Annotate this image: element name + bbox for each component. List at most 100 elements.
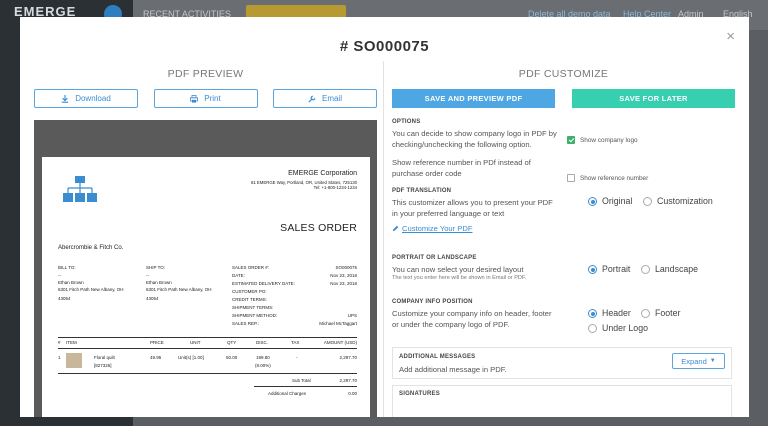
meta-value: Nov 23, 2018 [330, 281, 357, 286]
row-unit: Unit(s) [1.00] [178, 355, 204, 360]
pdf-modal: × # SO000075 PDF PREVIEW Download Print … [20, 17, 749, 417]
save-and-preview-button[interactable]: SAVE AND PREVIEW PDF [392, 89, 555, 108]
pdf-preview-heading: PDF PREVIEW [167, 68, 244, 80]
row-item-name: Floral quilt [94, 355, 115, 360]
wrench-icon [308, 95, 316, 103]
additional-messages-label: ADDITIONAL MESSAGES [399, 354, 476, 360]
row-disc: 199.80 [256, 355, 270, 360]
pdf-customize-column: PDF CUSTOMIZE SAVE AND PREVIEW PDF SAVE … [392, 65, 735, 417]
meta-value: SO000075 [335, 265, 357, 270]
meta-value: Michael McTaggart [319, 321, 357, 326]
under-logo-label[interactable]: Under Logo [602, 323, 648, 333]
customize-actions: SAVE AND PREVIEW PDF SAVE FOR LATER [392, 89, 735, 108]
customize-pdf-link[interactable]: Customize Your PDF [392, 224, 472, 233]
printer-icon [190, 94, 199, 103]
ship-to-address: 6301 Fitch Path New Albany, OH [146, 287, 212, 292]
bill-to-label: BILL TO: [58, 265, 76, 270]
subtotal-label: Sub Total [292, 378, 311, 383]
portrait-label[interactable]: Portrait [602, 264, 630, 274]
row-amount: 2,297.70 [339, 355, 357, 360]
options-section: OPTIONS You can decide to show company l… [392, 119, 735, 182]
original-radio[interactable] [588, 197, 597, 206]
ship-to-name: Ethan Brown [146, 280, 172, 285]
th-tax: TAX [291, 340, 300, 345]
row-num: 1 [58, 355, 61, 360]
company-logo-icon [63, 176, 97, 202]
portrait-radio[interactable] [588, 265, 597, 274]
bill-to-zip: 43054 [58, 296, 71, 301]
pdf-preview-column: PDF PREVIEW Download Print Email EMERGE … [34, 65, 377, 417]
meta-label: SALES ORDER #: [232, 265, 270, 270]
email-label: Email [321, 94, 342, 103]
save-for-later-button[interactable]: SAVE FOR LATER [572, 89, 735, 108]
th-price: PRICE [150, 340, 164, 345]
translation-section: PDF TRANSLATION This customizer allows y… [392, 188, 735, 237]
download-button[interactable]: Download [34, 89, 138, 108]
meta-value: UPS [347, 313, 357, 318]
th-amount: AMOUNT (USD) [323, 340, 357, 345]
expand-button[interactable]: Expand ▼ [672, 353, 725, 369]
th-qty: QTY [227, 340, 237, 345]
company-info-label: COMPANY INFO POSITION [392, 299, 473, 305]
row-qty: 50.00 [226, 355, 238, 360]
bill-to-address: 6301 Fitch Path New Albany, OH [58, 287, 124, 292]
logo-desc-2: checking/unchecking the following option… [392, 140, 532, 149]
bill-to-name: Ethan Brown [58, 280, 84, 285]
download-icon [62, 94, 69, 103]
pencil-icon [392, 225, 399, 232]
preview-toolbar: Download Print Email [34, 89, 377, 108]
download-label: Download [75, 94, 111, 103]
customization-label[interactable]: Customization [657, 196, 713, 206]
item-thumbnail [66, 353, 82, 368]
ref-desc-1: Show reference number in PDf instead of [392, 158, 531, 167]
ship-to-dash: -- [146, 273, 149, 278]
row-tax: - [296, 355, 298, 360]
ship-to-zip: 43054 [146, 296, 159, 301]
email-button[interactable]: Email [273, 89, 377, 108]
footer-label[interactable]: Footer [655, 308, 680, 318]
under-logo-radio[interactable] [588, 324, 597, 333]
show-ref-checkbox[interactable] [567, 174, 575, 182]
meta-label: SHIPMENT TERMS: [232, 305, 274, 310]
footer-radio[interactable] [641, 309, 650, 318]
landscape-label[interactable]: Landscape [655, 264, 698, 274]
company-tel: Tel: +1-800-1234-1234 [313, 185, 357, 190]
ref-desc-2: purchase order code [392, 169, 462, 178]
pdf-page: EMERGE Corporation 81 EMERGE Way, Portla… [42, 157, 370, 417]
meta-label: DATE: [232, 273, 245, 278]
meta-label: CUSTOMER PO: [232, 289, 267, 294]
orientation-note: The text you enter here will be shown in… [392, 275, 527, 281]
additional-charges-value: 0.00 [348, 391, 357, 396]
meta-label: ESTIMATED DELIVERY DATE: [232, 281, 295, 286]
additional-messages-desc: Add additional message in PDF. [399, 365, 507, 374]
bill-to-dash: -- [58, 273, 61, 278]
print-label: Print [204, 94, 221, 103]
row-disc-pct: (8.00%) [255, 363, 271, 368]
show-ref-label[interactable]: Show reference number [580, 175, 648, 182]
company-info-section: COMPANY INFO POSITION Customize your com… [392, 299, 735, 333]
signatures-label: SIGNATURES [399, 391, 440, 397]
print-button[interactable]: Print [153, 89, 258, 108]
orientation-section: PORTRAIT OR LANDSCAPE You can now select… [392, 255, 735, 281]
show-logo-label[interactable]: Show company logo [580, 137, 638, 144]
show-logo-checkbox[interactable] [567, 136, 575, 144]
landscape-radio[interactable] [641, 265, 650, 274]
translation-desc-2: in your preferred language or text [392, 209, 505, 218]
customize-pdf-link-label: Customize Your PDF [402, 224, 473, 233]
company-info-desc-1: Customize your company info on header, f… [392, 309, 552, 318]
original-label[interactable]: Original [602, 196, 632, 206]
subtotal-value: 2,297.70 [339, 378, 357, 383]
pdf-preview-frame[interactable]: EMERGE Corporation 81 EMERGE Way, Portla… [34, 120, 377, 417]
customization-radio[interactable] [643, 197, 652, 206]
pdf-customize-heading: PDF CUSTOMIZE [518, 68, 609, 80]
subtotal-rule [254, 386, 357, 387]
header-radio[interactable] [588, 309, 597, 318]
meta-label: SALES REP.: [232, 321, 259, 326]
logo-desc-1: You can decide to show company logo in P… [392, 129, 557, 138]
company-info-desc-2: or under the company logo of PDF. [392, 320, 510, 329]
ship-to-label: SHIP TO: [146, 265, 166, 270]
customer-name: Abercrombie & Fitch Co. [58, 245, 124, 251]
header-label[interactable]: Header [602, 308, 631, 318]
meta-label: CREDIT TERMS: [232, 297, 267, 302]
row-price: 49.95 [150, 355, 162, 360]
